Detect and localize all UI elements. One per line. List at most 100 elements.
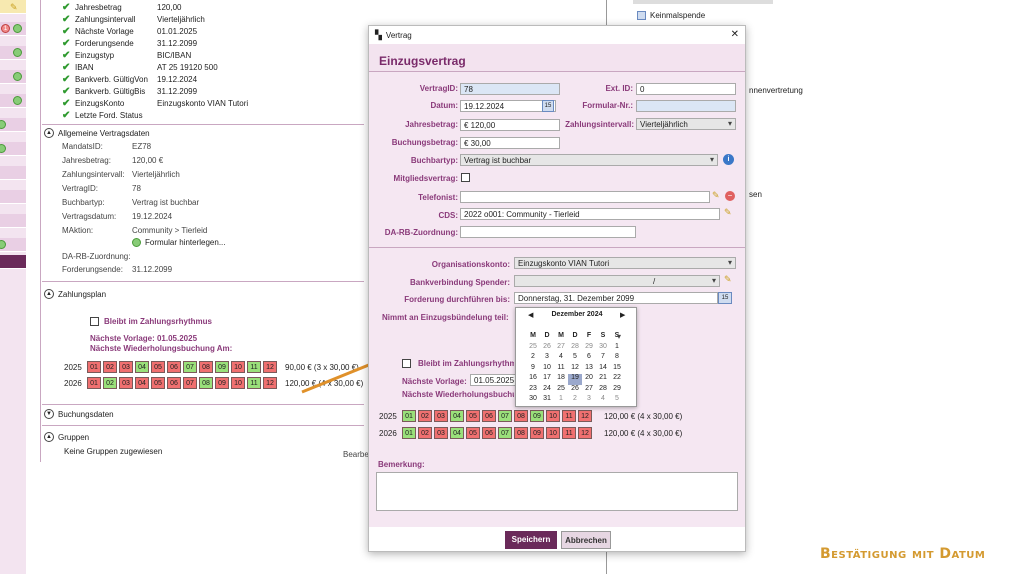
dialog-titlebar[interactable]: ▚ Vertrag ✕ (369, 26, 745, 44)
month-cell[interactable]: 06 (167, 361, 181, 373)
calendar-day[interactable]: 1 (554, 395, 568, 406)
month-cell[interactable]: 06 (482, 427, 496, 439)
dialog-bleibt-checkbox[interactable] (402, 359, 411, 368)
nav-row[interactable] (0, 142, 26, 156)
calendar-day[interactable]: 7 (596, 353, 610, 364)
formular-field[interactable] (636, 100, 736, 112)
month-cell[interactable]: 11 (562, 427, 576, 439)
calendar-day[interactable]: 21 (596, 374, 610, 385)
calendar-day[interactable]: 5 (610, 395, 624, 406)
month-cell[interactable]: 01 (402, 427, 416, 439)
month-cell[interactable]: 01 (402, 410, 416, 422)
month-cell[interactable]: 02 (103, 361, 117, 373)
month-cell[interactable]: 04 (135, 377, 149, 389)
info-icon[interactable]: i (723, 154, 734, 165)
extid-field[interactable]: 0 (636, 83, 736, 95)
month-cell[interactable]: 04 (450, 410, 464, 422)
month-cell[interactable]: 10 (231, 361, 245, 373)
month-cell[interactable]: 09 (215, 377, 229, 389)
month-cell[interactable]: 08 (514, 427, 528, 439)
month-cell[interactable]: 08 (199, 377, 213, 389)
calendar-day[interactable]: 2 (526, 353, 540, 364)
bearbeiten-link[interactable]: Bearbe (343, 450, 369, 459)
forderung-field[interactable]: Donnerstag, 31. Dezember 2099 (514, 292, 718, 304)
list-item[interactable] (633, 0, 773, 4)
pencil-icon[interactable]: ✎ (724, 207, 732, 218)
month-cell[interactable]: 02 (418, 410, 432, 422)
month-cell[interactable]: 09 (530, 427, 544, 439)
next-month-icon[interactable]: ▶ (620, 311, 625, 319)
nav-row[interactable] (0, 94, 26, 108)
nav-row[interactable] (0, 190, 26, 204)
section-allgemeine[interactable]: ▲ Allgemeine Vertragsdaten (44, 128, 150, 138)
calendar-day[interactable]: 19 (568, 374, 582, 385)
month-cell[interactable]: 03 (119, 361, 133, 373)
month-cell[interactable]: 07 (498, 427, 512, 439)
calendar-day[interactable]: 15 (610, 364, 624, 375)
formular-link[interactable]: Formular hinterlegen... (132, 238, 225, 247)
calendar-day[interactable]: 26 (540, 343, 554, 354)
buchungsbetrag-field[interactable]: € 30,00 (460, 137, 560, 149)
expand-icon[interactable]: ▼ (44, 409, 54, 419)
month-cell[interactable]: 05 (466, 410, 480, 422)
calendar-day[interactable]: 22 (610, 374, 624, 385)
month-cell[interactable]: 09 (530, 410, 544, 422)
darb-field[interactable] (460, 226, 636, 238)
month-cell[interactable]: 03 (119, 377, 133, 389)
orgkonto-select[interactable]: Einzugskonto VIAN Tutori (514, 257, 736, 269)
calendar-day[interactable]: 30 (526, 395, 540, 406)
jahresbetrag-field[interactable]: € 120,00 (460, 119, 560, 131)
collapse-icon[interactable]: ▲ (44, 289, 54, 299)
calendar-day[interactable]: 26 (568, 385, 582, 396)
month-cell[interactable]: 12 (578, 410, 592, 422)
month-cell[interactable]: 10 (546, 427, 560, 439)
month-cell[interactable]: 06 (167, 377, 181, 389)
calendar-day[interactable]: 30 (596, 343, 610, 354)
cancel-button[interactable]: Abbrechen (561, 531, 611, 549)
calendar-day[interactable]: 23 (526, 385, 540, 396)
calendar-day[interactable]: 4 (554, 353, 568, 364)
calendar-day[interactable]: 4 (596, 395, 610, 406)
calendar-icon[interactable]: 15 (542, 100, 554, 112)
buchbartyp-select[interactable]: Vertrag ist buchbar (460, 154, 718, 166)
month-cell[interactable]: 02 (103, 377, 117, 389)
nav-row[interactable] (0, 46, 26, 60)
calendar-day[interactable]: 28 (596, 385, 610, 396)
calendar-day[interactable]: 8 (610, 353, 624, 364)
month-cell[interactable]: 11 (247, 377, 261, 389)
month-cell[interactable]: 01 (87, 361, 101, 373)
calendar-day[interactable]: 16 (526, 374, 540, 385)
calendar-day[interactable]: 20 (582, 374, 596, 385)
month-cell[interactable]: 02 (418, 427, 432, 439)
save-button[interactable]: Speichern (505, 531, 557, 549)
calendar-day[interactable]: 17 (540, 374, 554, 385)
pencil-icon[interactable]: ✎ (724, 274, 732, 285)
zahlungsintervall-select[interactable]: Vierteljährlich (636, 118, 736, 130)
calendar-day[interactable]: 1 (610, 343, 624, 354)
month-cell[interactable]: 11 (562, 410, 576, 422)
calendar-day[interactable]: 3 (582, 395, 596, 406)
calendar-day[interactable]: 6 (582, 353, 596, 364)
month-cell[interactable]: 12 (578, 427, 592, 439)
nav-row[interactable]: 1 (0, 22, 26, 36)
month-cell[interactable]: 01 (87, 377, 101, 389)
calendar-day[interactable]: 31 (540, 395, 554, 406)
calendar-day[interactable]: 3 (540, 353, 554, 364)
calendar-button[interactable]: 15 (718, 292, 732, 304)
collapse-icon[interactable]: ▲ (44, 432, 54, 442)
month-cell[interactable]: 10 (231, 377, 245, 389)
bemerkung-textarea[interactable] (376, 472, 738, 511)
month-cell[interactable]: 04 (450, 427, 464, 439)
calendar-day[interactable]: 14 (596, 364, 610, 375)
calendar-day[interactable]: 29 (610, 385, 624, 396)
bankverb-select[interactable]: / (514, 275, 720, 287)
list-item[interactable]: Keinmalspende (637, 11, 705, 20)
month-cell[interactable]: 06 (482, 410, 496, 422)
month-cell[interactable]: 09 (215, 361, 229, 373)
section-gruppen[interactable]: ▲ Gruppen (44, 432, 89, 442)
section-zahlungsplan[interactable]: ▲ Zahlungsplan (44, 289, 106, 299)
dialog-naechste-vorlage-field[interactable]: 01.05.2025 (470, 374, 516, 386)
section-buchungsdaten[interactable]: ▼ Buchungsdaten (44, 409, 114, 419)
calendar-day[interactable]: 24 (540, 385, 554, 396)
month-cell[interactable]: 07 (183, 377, 197, 389)
